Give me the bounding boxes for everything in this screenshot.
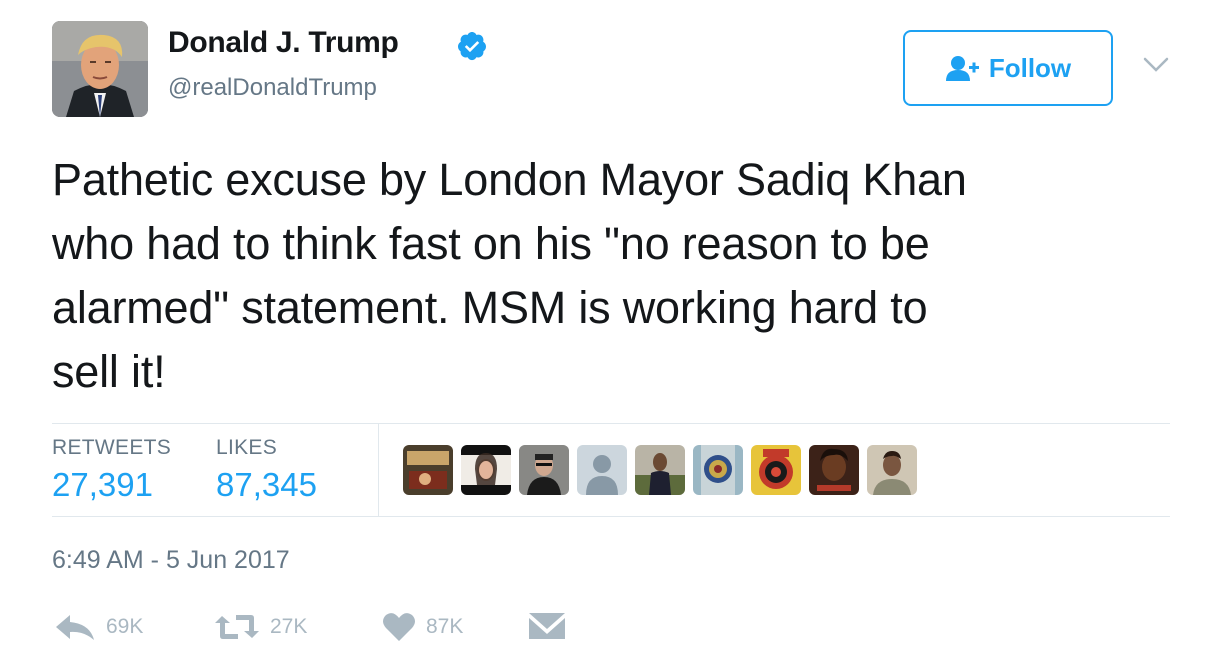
likers-avatar-row xyxy=(403,445,917,495)
liker-avatar[interactable] xyxy=(751,445,801,495)
chevron-down-icon[interactable] xyxy=(1143,56,1169,74)
tweet-timestamp[interactable]: 6:49 AM - 5 Jun 2017 xyxy=(52,546,290,575)
liker-avatar[interactable] xyxy=(461,445,511,495)
reply-button[interactable]: 69K xyxy=(54,612,143,642)
user-handle[interactable]: @realDonaldTrump xyxy=(168,74,377,102)
tweet-text-line: who had to think fast on his "no reason … xyxy=(52,218,930,269)
retweet-icon xyxy=(215,615,259,639)
default-avatar[interactable] xyxy=(577,445,627,495)
tweet-text-line: sell it! xyxy=(52,346,166,397)
heart-icon xyxy=(383,613,415,641)
profile-avatar[interactable] xyxy=(52,21,148,117)
divider xyxy=(52,423,1170,424)
liker-avatar[interactable] xyxy=(635,445,685,495)
retweets-count[interactable]: 27,391 xyxy=(52,466,153,504)
retweet-button[interactable]: 27K xyxy=(214,612,307,642)
reply-count: 69K xyxy=(106,615,144,638)
follow-button[interactable]: Follow xyxy=(903,30,1113,106)
follow-button-label: Follow xyxy=(988,52,1072,83)
like-count: 87K xyxy=(426,615,464,638)
verified-badge-icon xyxy=(458,32,486,61)
tweet-text-line: Pathetic excuse by London Mayor Sadiq Kh… xyxy=(52,154,967,205)
retweet-count: 27K xyxy=(270,615,308,638)
liker-avatar[interactable] xyxy=(403,445,453,495)
likes-label[interactable]: LIKES xyxy=(216,436,277,460)
liker-avatar[interactable] xyxy=(867,445,917,495)
reply-icon xyxy=(56,615,94,640)
retweets-label[interactable]: RETWEETS xyxy=(52,436,171,460)
envelope-icon xyxy=(529,613,565,639)
liker-avatar[interactable] xyxy=(693,445,743,495)
likes-count[interactable]: 87,345 xyxy=(216,466,317,504)
stats-divider xyxy=(378,424,379,516)
divider xyxy=(52,516,1170,517)
add-user-icon xyxy=(945,56,979,81)
user-display-name[interactable]: Donald J. Trump xyxy=(168,26,399,60)
liker-avatar[interactable] xyxy=(809,445,859,495)
tweet-text-line: alarmed" statement. MSM is working hard … xyxy=(52,282,928,333)
direct-message-button[interactable] xyxy=(528,612,566,640)
like-button[interactable]: 87K xyxy=(382,612,463,642)
liker-avatar[interactable] xyxy=(519,445,569,495)
tweet-text: Pathetic excuse by London Mayor Sadiq Kh… xyxy=(52,148,1182,404)
